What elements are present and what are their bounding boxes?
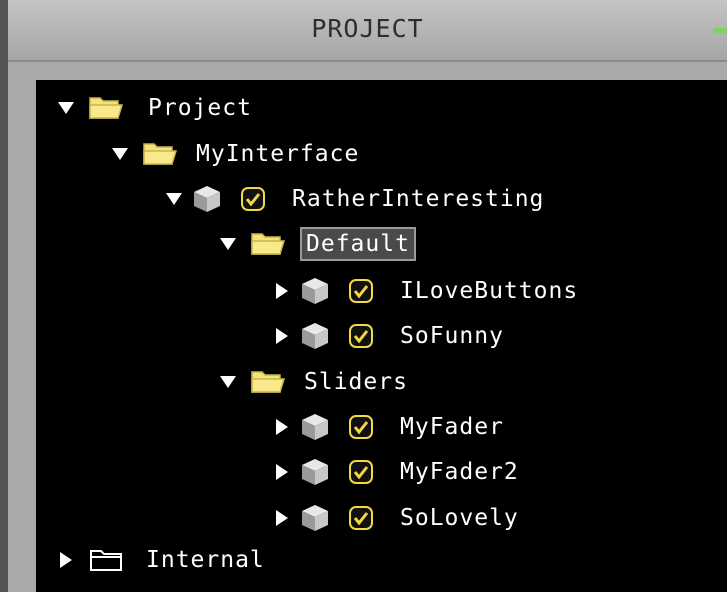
tree-item-sofunny[interactable]: SoFunny bbox=[270, 316, 504, 356]
cube-icon bbox=[194, 186, 220, 212]
collapse-arrow-icon[interactable] bbox=[270, 324, 294, 348]
tree-item-default[interactable]: Default bbox=[216, 224, 416, 264]
cube-icon bbox=[302, 323, 328, 349]
tree-item-label: RatherInteresting bbox=[292, 186, 545, 212]
panel-title: PROJECT bbox=[311, 14, 424, 43]
visibility-checkbox[interactable] bbox=[348, 278, 374, 304]
visibility-checkbox[interactable] bbox=[348, 505, 374, 531]
tree-item-label: MyFader bbox=[400, 414, 504, 440]
tree-item-myfader[interactable]: MyFader bbox=[270, 407, 504, 447]
tree-item-myinterface[interactable]: MyInterface bbox=[108, 134, 359, 174]
tree-item-label: Sliders bbox=[304, 369, 408, 395]
visibility-checkbox[interactable] bbox=[348, 323, 374, 349]
tree-item-project[interactable]: Project bbox=[54, 88, 252, 128]
tree-item-label: Internal bbox=[146, 547, 265, 573]
collapse-arrow-icon[interactable] bbox=[270, 506, 294, 530]
tree-item-internal[interactable]: Internal bbox=[54, 540, 265, 580]
panel-border bbox=[0, 0, 8, 592]
open-folder-icon bbox=[251, 371, 286, 393]
minimize-button[interactable] bbox=[713, 28, 727, 33]
tree-item-label: ILoveButtons bbox=[400, 278, 579, 304]
cube-icon bbox=[302, 505, 328, 531]
project-tree[interactable]: Project MyInterface RatherInteresting De… bbox=[36, 80, 727, 592]
tree-item-label: Project bbox=[148, 95, 252, 121]
tree-item-myfader2[interactable]: MyFader2 bbox=[270, 452, 519, 492]
tree-item-solovely[interactable]: SoLovely bbox=[270, 498, 519, 538]
open-folder-icon bbox=[251, 233, 286, 255]
open-folder-icon bbox=[89, 97, 124, 119]
open-folder-icon bbox=[143, 143, 178, 165]
expand-arrow-icon[interactable] bbox=[54, 96, 78, 120]
tree-item-ratherinteresting[interactable]: RatherInteresting bbox=[162, 179, 544, 219]
collapse-arrow-icon[interactable] bbox=[270, 415, 294, 439]
cube-icon bbox=[302, 414, 328, 440]
cube-icon bbox=[302, 278, 328, 304]
cube-icon bbox=[302, 459, 328, 485]
tree-item-label: SoLovely bbox=[400, 505, 519, 531]
expand-arrow-icon[interactable] bbox=[216, 232, 240, 256]
collapse-arrow-icon[interactable] bbox=[270, 460, 294, 484]
tree-item-ilovebuttons[interactable]: ILoveButtons bbox=[270, 271, 578, 311]
visibility-checkbox[interactable] bbox=[348, 414, 374, 440]
tree-item-label: SoFunny bbox=[400, 323, 504, 349]
visibility-checkbox[interactable] bbox=[348, 459, 374, 485]
collapse-arrow-icon[interactable] bbox=[54, 548, 78, 572]
expand-arrow-icon[interactable] bbox=[108, 142, 132, 166]
closed-folder-icon bbox=[90, 550, 122, 571]
tree-item-label: MyInterface bbox=[196, 141, 360, 167]
selected-tree-item-label[interactable]: Default bbox=[300, 227, 416, 261]
expand-arrow-icon[interactable] bbox=[216, 370, 240, 394]
collapse-arrow-icon[interactable] bbox=[270, 279, 294, 303]
tree-item-label: MyFader2 bbox=[400, 459, 519, 485]
expand-arrow-icon[interactable] bbox=[162, 187, 186, 211]
project-panel: PROJECT Project MyInterface RatherIntere… bbox=[0, 0, 727, 592]
visibility-checkbox[interactable] bbox=[240, 186, 266, 212]
tree-item-sliders[interactable]: Sliders bbox=[216, 362, 408, 402]
panel-titlebar[interactable]: PROJECT bbox=[8, 0, 727, 62]
